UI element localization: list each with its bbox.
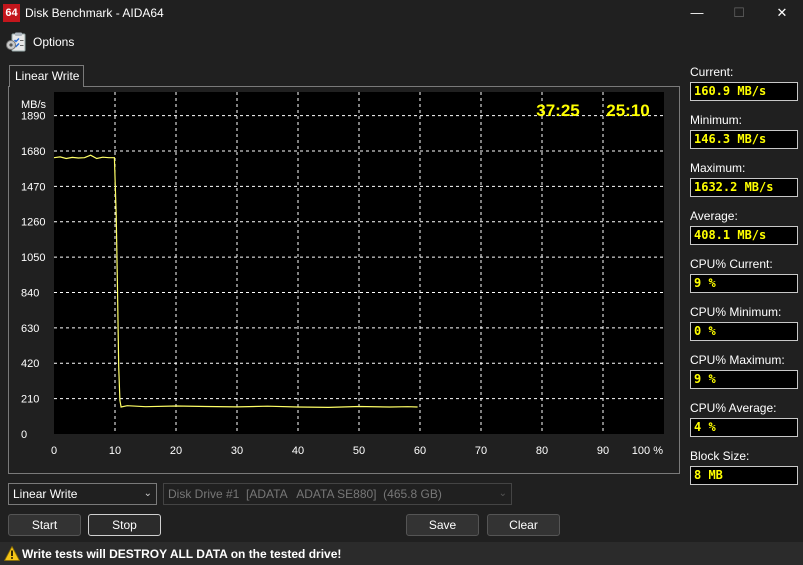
stat-label: Minimum:	[690, 113, 743, 127]
stat-value: 0 %	[690, 322, 798, 341]
drive-select[interactable]: Disk Drive #1 [ADATA ADATA SE880] (465.8…	[163, 483, 512, 505]
y-tick-label: 840	[21, 287, 39, 299]
stat-label: CPU% Average:	[690, 401, 777, 415]
x-tick-label: 40	[292, 445, 304, 457]
x-tick-label: 20	[170, 445, 182, 457]
x-tick-label: 90	[597, 445, 609, 457]
drive-select-value: Disk Drive #1 [ADATA ADATA SE880] (465.8…	[168, 487, 442, 501]
stat-label: Current:	[690, 65, 734, 79]
options-checklist-icon[interactable]	[5, 31, 27, 53]
window-title: Disk Benchmark - AIDA64	[25, 6, 164, 20]
chevron-down-icon: ⌄	[498, 488, 507, 499]
x-tick-label: 70	[475, 445, 487, 457]
y-tick-label: 1050	[21, 252, 45, 264]
y-tick-label: 0	[21, 429, 27, 441]
stat-value: 9 %	[690, 370, 798, 389]
stat-value: 4 %	[690, 418, 798, 437]
minimize-button[interactable]: —	[688, 4, 706, 22]
y-tick-label: 630	[21, 323, 39, 335]
tab-linear-write[interactable]: Linear Write	[9, 65, 84, 87]
stat-label: Average:	[690, 209, 738, 223]
stat-value: 1632.2 MB/s	[690, 178, 798, 197]
stat-label: CPU% Minimum:	[690, 305, 782, 319]
x-tick-label: 10	[109, 445, 121, 457]
x-tick-label: 30	[231, 445, 243, 457]
stat-label: CPU% Current:	[690, 257, 773, 271]
maximize-button[interactable]: ☐	[730, 4, 748, 22]
benchmark-chart: 021042063084010501260147016801890MB/s0 10…	[21, 92, 664, 457]
elapsed-timer: 37:25	[536, 101, 579, 120]
close-button[interactable]: ✕	[773, 4, 791, 22]
warning-text: Write tests will DESTROY ALL DATA on the…	[22, 547, 342, 561]
remaining-timer: 25:10	[606, 101, 649, 120]
test-type-select[interactable]: Linear Write ⌄	[8, 483, 157, 505]
y-tick-label: 1260	[21, 217, 45, 229]
x-tick-label: 80	[536, 445, 548, 457]
options-menu[interactable]: Options	[33, 35, 74, 49]
y-tick-label: 1470	[21, 181, 45, 193]
y-tick-label: 1680	[21, 146, 45, 158]
aida64-app-icon: 64	[3, 4, 20, 22]
stat-value: 9 %	[690, 274, 798, 293]
start-button[interactable]: Start	[8, 514, 81, 536]
stat-label: Block Size:	[690, 449, 750, 463]
x-tick-label: 60	[414, 445, 426, 457]
x-tick-label: 100 %	[632, 445, 663, 457]
y-tick-label: 210	[21, 394, 39, 406]
stat-value: 160.9 MB/s	[690, 82, 798, 101]
clear-button[interactable]: Clear	[487, 514, 560, 536]
save-button[interactable]: Save	[406, 514, 479, 536]
warning-triangle-icon	[4, 546, 20, 561]
stat-value: 8 MB	[690, 466, 798, 485]
stop-button[interactable]: Stop	[88, 514, 161, 536]
x-tick-label: 0	[51, 445, 57, 457]
menu-bar	[0, 27, 803, 57]
chevron-down-icon: ⌄	[143, 488, 152, 499]
y-unit-label: MB/s	[21, 99, 47, 111]
title-bar: 64 Disk Benchmark - AIDA64 — ☐ ✕	[0, 0, 803, 27]
y-tick-label: 420	[21, 358, 39, 370]
test-type-value: Linear Write	[13, 487, 78, 501]
y-tick-label: 1890	[21, 111, 45, 123]
stat-value: 408.1 MB/s	[690, 226, 798, 245]
stat-label: Maximum:	[690, 161, 746, 175]
stat-label: CPU% Maximum:	[690, 353, 785, 367]
x-tick-label: 50	[353, 445, 365, 457]
stat-value: 146.3 MB/s	[690, 130, 798, 149]
